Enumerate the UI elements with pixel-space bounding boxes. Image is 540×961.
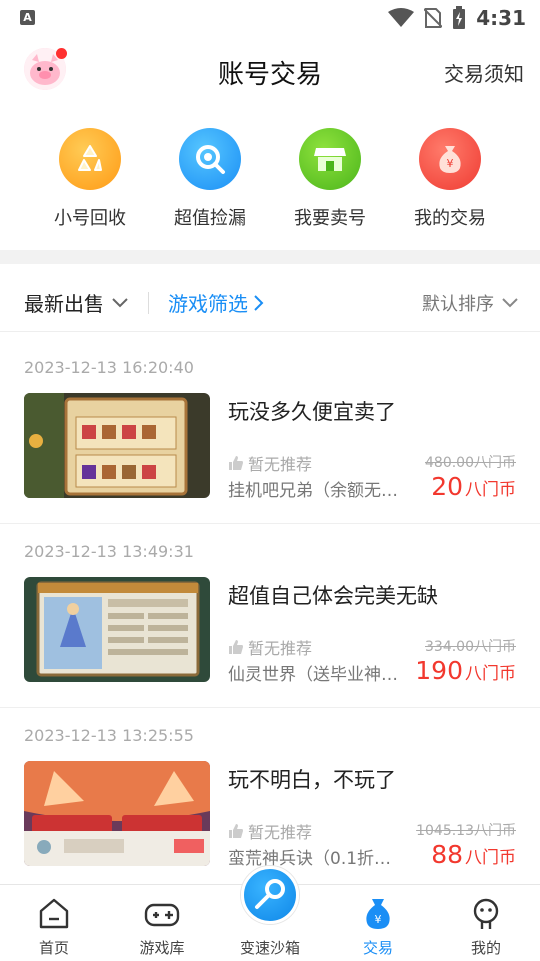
sort-latest-label: 最新出售 xyxy=(24,292,104,316)
clock: 4:31 xyxy=(476,6,526,30)
price-unit: 八门币 xyxy=(465,664,516,684)
quick-action-bargain[interactable]: 超值捡漏 xyxy=(150,120,270,230)
default-sort-dropdown[interactable]: 默认排序 xyxy=(422,290,518,316)
filter-bar: 最新出售 游戏筛选 默认排序 xyxy=(0,272,540,332)
chevron-down-icon xyxy=(112,297,128,307)
status-bar: A 4:31 xyxy=(0,0,540,36)
trade-bag-icon: ¥ xyxy=(366,899,390,929)
price-value: 88 xyxy=(431,840,463,869)
price-unit: 八门币 xyxy=(465,480,516,500)
accessibility-badge-icon: A xyxy=(20,10,35,25)
price-value: 190 xyxy=(415,656,463,685)
price-unit: 八门币 xyxy=(465,848,516,868)
home-icon xyxy=(39,898,69,929)
recommend-status: 暂无推荐 xyxy=(228,635,312,659)
speed-sandbox-button[interactable] xyxy=(241,866,299,924)
tab-label: 交易 xyxy=(362,939,393,957)
section-divider xyxy=(0,250,540,264)
quick-action-label: 超值捡漏 xyxy=(174,208,246,229)
listing-game-name: 仙灵世界（送毕业神装） xyxy=(228,665,408,685)
tab-home[interactable]: 首页 xyxy=(0,885,108,961)
listing-price: 20 八门币 xyxy=(431,472,516,501)
listing-item[interactable]: 2023-12-13 13:25:55 玩不明白，不玩了 暂无推荐 蛮荒神兵诀（… xyxy=(0,708,540,892)
tab-trade[interactable]: ¥ 交易 xyxy=(324,885,432,961)
listing-price: 190 八门币 xyxy=(415,656,516,685)
key-icon xyxy=(255,879,285,909)
no-sim-icon xyxy=(424,8,443,28)
thumbs-up-icon xyxy=(229,640,243,654)
listing-item[interactable]: 2023-12-13 13:49:31 超值自己体会完美无缺 暂无推荐 仙灵世界… xyxy=(0,524,540,708)
listing-item[interactable]: 2023-12-13 16:20:40 玩没多久便宜卖了 暂无推荐 挂机吧兄弟（… xyxy=(0,340,540,524)
quick-action-label: 小号回收 xyxy=(54,208,126,229)
listing-list: 2023-12-13 16:20:40 玩没多久便宜卖了 暂无推荐 挂机吧兄弟（… xyxy=(0,340,540,892)
original-price: 480.00八门币 xyxy=(425,455,516,471)
listing-title: 玩不明白，不玩了 xyxy=(228,768,396,792)
listing-game-name: 蛮荒神兵诀（0.1折万充） xyxy=(228,849,408,869)
battery-charging-icon xyxy=(453,6,466,29)
recycle-icon xyxy=(59,128,121,190)
quick-action-my-trades[interactable]: ¥ 我的交易 xyxy=(390,120,510,230)
tab-profile[interactable]: 我的 xyxy=(432,885,540,961)
money-bag-icon: ¥ xyxy=(419,128,481,190)
quick-action-sell[interactable]: 我要卖号 xyxy=(270,120,390,230)
svg-text:¥: ¥ xyxy=(375,913,382,926)
tab-label: 变速沙箱 xyxy=(239,939,300,957)
listing-date: 2023-12-13 13:49:31 xyxy=(24,542,194,561)
quick-action-recycle[interactable]: 小号回收 xyxy=(30,120,150,230)
quick-action-label: 我的交易 xyxy=(414,208,486,229)
svg-text:¥: ¥ xyxy=(447,157,454,170)
listing-date: 2023-12-13 16:20:40 xyxy=(24,358,194,377)
trade-notice-link[interactable]: 交易须知 xyxy=(444,58,524,87)
recommend-status: 暂无推荐 xyxy=(228,451,312,475)
gamepad-icon xyxy=(144,903,180,927)
listing-price: 88 八门币 xyxy=(431,840,516,869)
listing-thumbnail xyxy=(24,393,210,498)
listing-thumbnail xyxy=(24,577,210,682)
tab-label: 我的 xyxy=(470,939,501,957)
thumbs-up-icon xyxy=(229,456,243,470)
tab-label: 首页 xyxy=(38,939,69,957)
listing-title: 玩没多久便宜卖了 xyxy=(228,400,396,424)
default-sort-label: 默认排序 xyxy=(422,294,494,315)
tab-game-library[interactable]: 游戏库 xyxy=(108,885,216,961)
thumbs-up-icon xyxy=(229,824,243,838)
recommend-text: 暂无推荐 xyxy=(248,455,313,474)
profile-icon xyxy=(473,898,499,929)
tab-label: 游戏库 xyxy=(139,939,185,957)
filter-separator xyxy=(148,292,149,314)
listing-date: 2023-12-13 13:25:55 xyxy=(24,726,194,745)
original-price: 1045.13八门币 xyxy=(416,823,516,839)
quick-action-label: 我要卖号 xyxy=(294,208,366,229)
sort-latest-dropdown[interactable]: 最新出售 xyxy=(24,288,128,317)
app-header: 账号交易 交易须知 xyxy=(0,40,540,100)
price-value: 20 xyxy=(431,472,463,501)
wifi-icon xyxy=(388,8,415,27)
recommend-text: 暂无推荐 xyxy=(248,823,313,842)
recommend-text: 暂无推荐 xyxy=(248,639,313,658)
quick-actions: 小号回收 超值捡漏 我要卖号 ¥ 我的交易 xyxy=(0,120,540,230)
game-filter-button[interactable]: 游戏筛选 xyxy=(168,288,264,317)
original-price: 334.00八门币 xyxy=(425,639,516,655)
magnifier-icon xyxy=(179,128,241,190)
status-icons: 4:31 xyxy=(388,5,526,31)
recommend-status: 暂无推荐 xyxy=(228,819,312,843)
chevron-right-icon xyxy=(254,294,264,311)
listing-title: 超值自己体会完美无缺 xyxy=(228,584,438,608)
store-icon xyxy=(299,128,361,190)
chevron-down-icon xyxy=(502,298,518,308)
listing-thumbnail xyxy=(24,761,210,866)
listing-game-name: 挂机吧兄弟（余额无限） xyxy=(228,481,408,501)
game-filter-label: 游戏筛选 xyxy=(168,292,248,316)
